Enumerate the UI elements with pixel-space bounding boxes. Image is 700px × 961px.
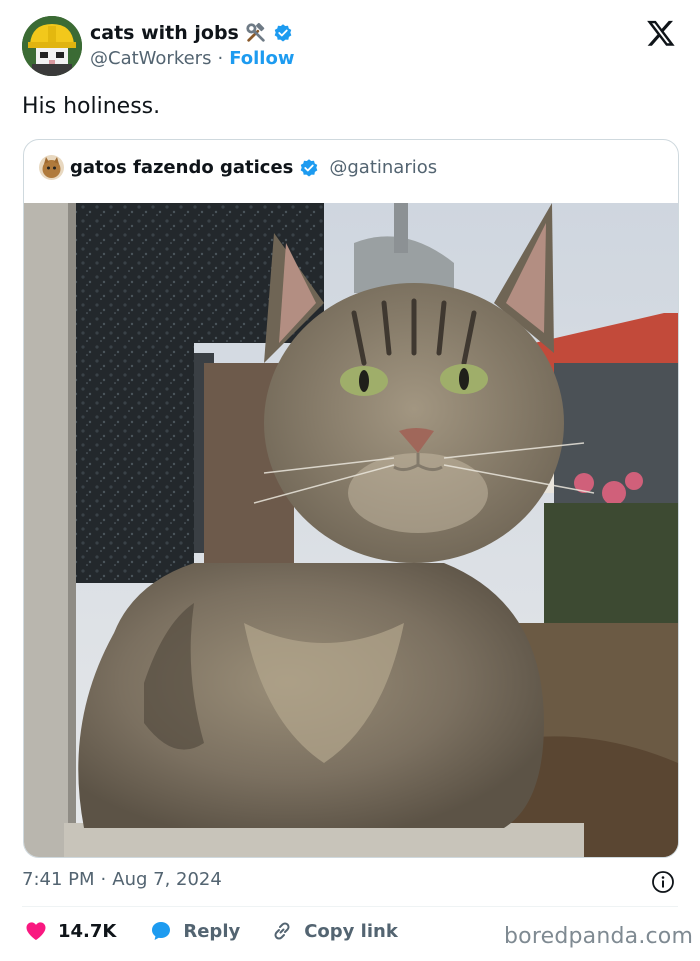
copy-link-button[interactable]: Copy link xyxy=(270,919,398,943)
link-icon xyxy=(274,922,290,940)
quote-author-name: gatos fazendo gatices xyxy=(70,157,294,178)
tweet-date: Aug 7, 2024 xyxy=(112,869,222,890)
cat-avatar-icon xyxy=(39,155,64,180)
verified-badge-icon xyxy=(274,24,292,42)
author-handle-row: @CatWorkers · Follow xyxy=(90,48,294,69)
tweet-header: cats with jobs @CatWorkers · Follow xyxy=(0,0,700,90)
divider xyxy=(22,906,678,907)
author-handle[interactable]: @CatWorkers xyxy=(90,48,211,69)
tweet-timestamp[interactable]: 7:41 PM · Aug 7, 2024 xyxy=(22,869,222,890)
author-avatar[interactable] xyxy=(22,16,82,76)
x-logo-icon[interactable] xyxy=(646,18,676,48)
like-button[interactable]: 14.7K xyxy=(24,919,116,943)
heart-icon xyxy=(26,922,46,940)
cat-photo[interactable] xyxy=(24,203,678,857)
reply-button[interactable]: Reply xyxy=(149,919,240,943)
tweet-text: His holiness. xyxy=(22,94,161,119)
quote-author-handle: @gatinarios xyxy=(329,157,438,178)
quoted-tweet[interactable]: gatos fazendo gatices @gatinarios xyxy=(23,139,679,858)
like-count: 14.7K xyxy=(58,920,117,942)
action-bar: 14.7K Reply Copy link xyxy=(24,919,398,943)
tweet-time: 7:41 PM xyxy=(22,869,95,890)
copy-link-label: Copy link xyxy=(304,920,398,942)
quote-header: gatos fazendo gatices @gatinarios xyxy=(39,155,437,180)
reply-label: Reply xyxy=(183,920,241,942)
info-icon[interactable] xyxy=(651,870,675,894)
watermark: boredpanda.com xyxy=(504,924,694,949)
timestamp-separator: · xyxy=(100,869,107,890)
author-name[interactable]: cats with jobs xyxy=(90,22,239,44)
reply-bubble-icon xyxy=(152,922,171,940)
verified-badge-icon xyxy=(301,158,318,176)
follow-button[interactable]: Follow xyxy=(229,48,294,69)
hammer-and-wrench-icon xyxy=(246,22,265,42)
cat-hardhat-avatar-icon xyxy=(22,16,82,76)
author-name-row: cats with jobs xyxy=(90,22,293,44)
quote-avatar[interactable] xyxy=(39,155,64,180)
handle-separator: · xyxy=(217,48,224,69)
